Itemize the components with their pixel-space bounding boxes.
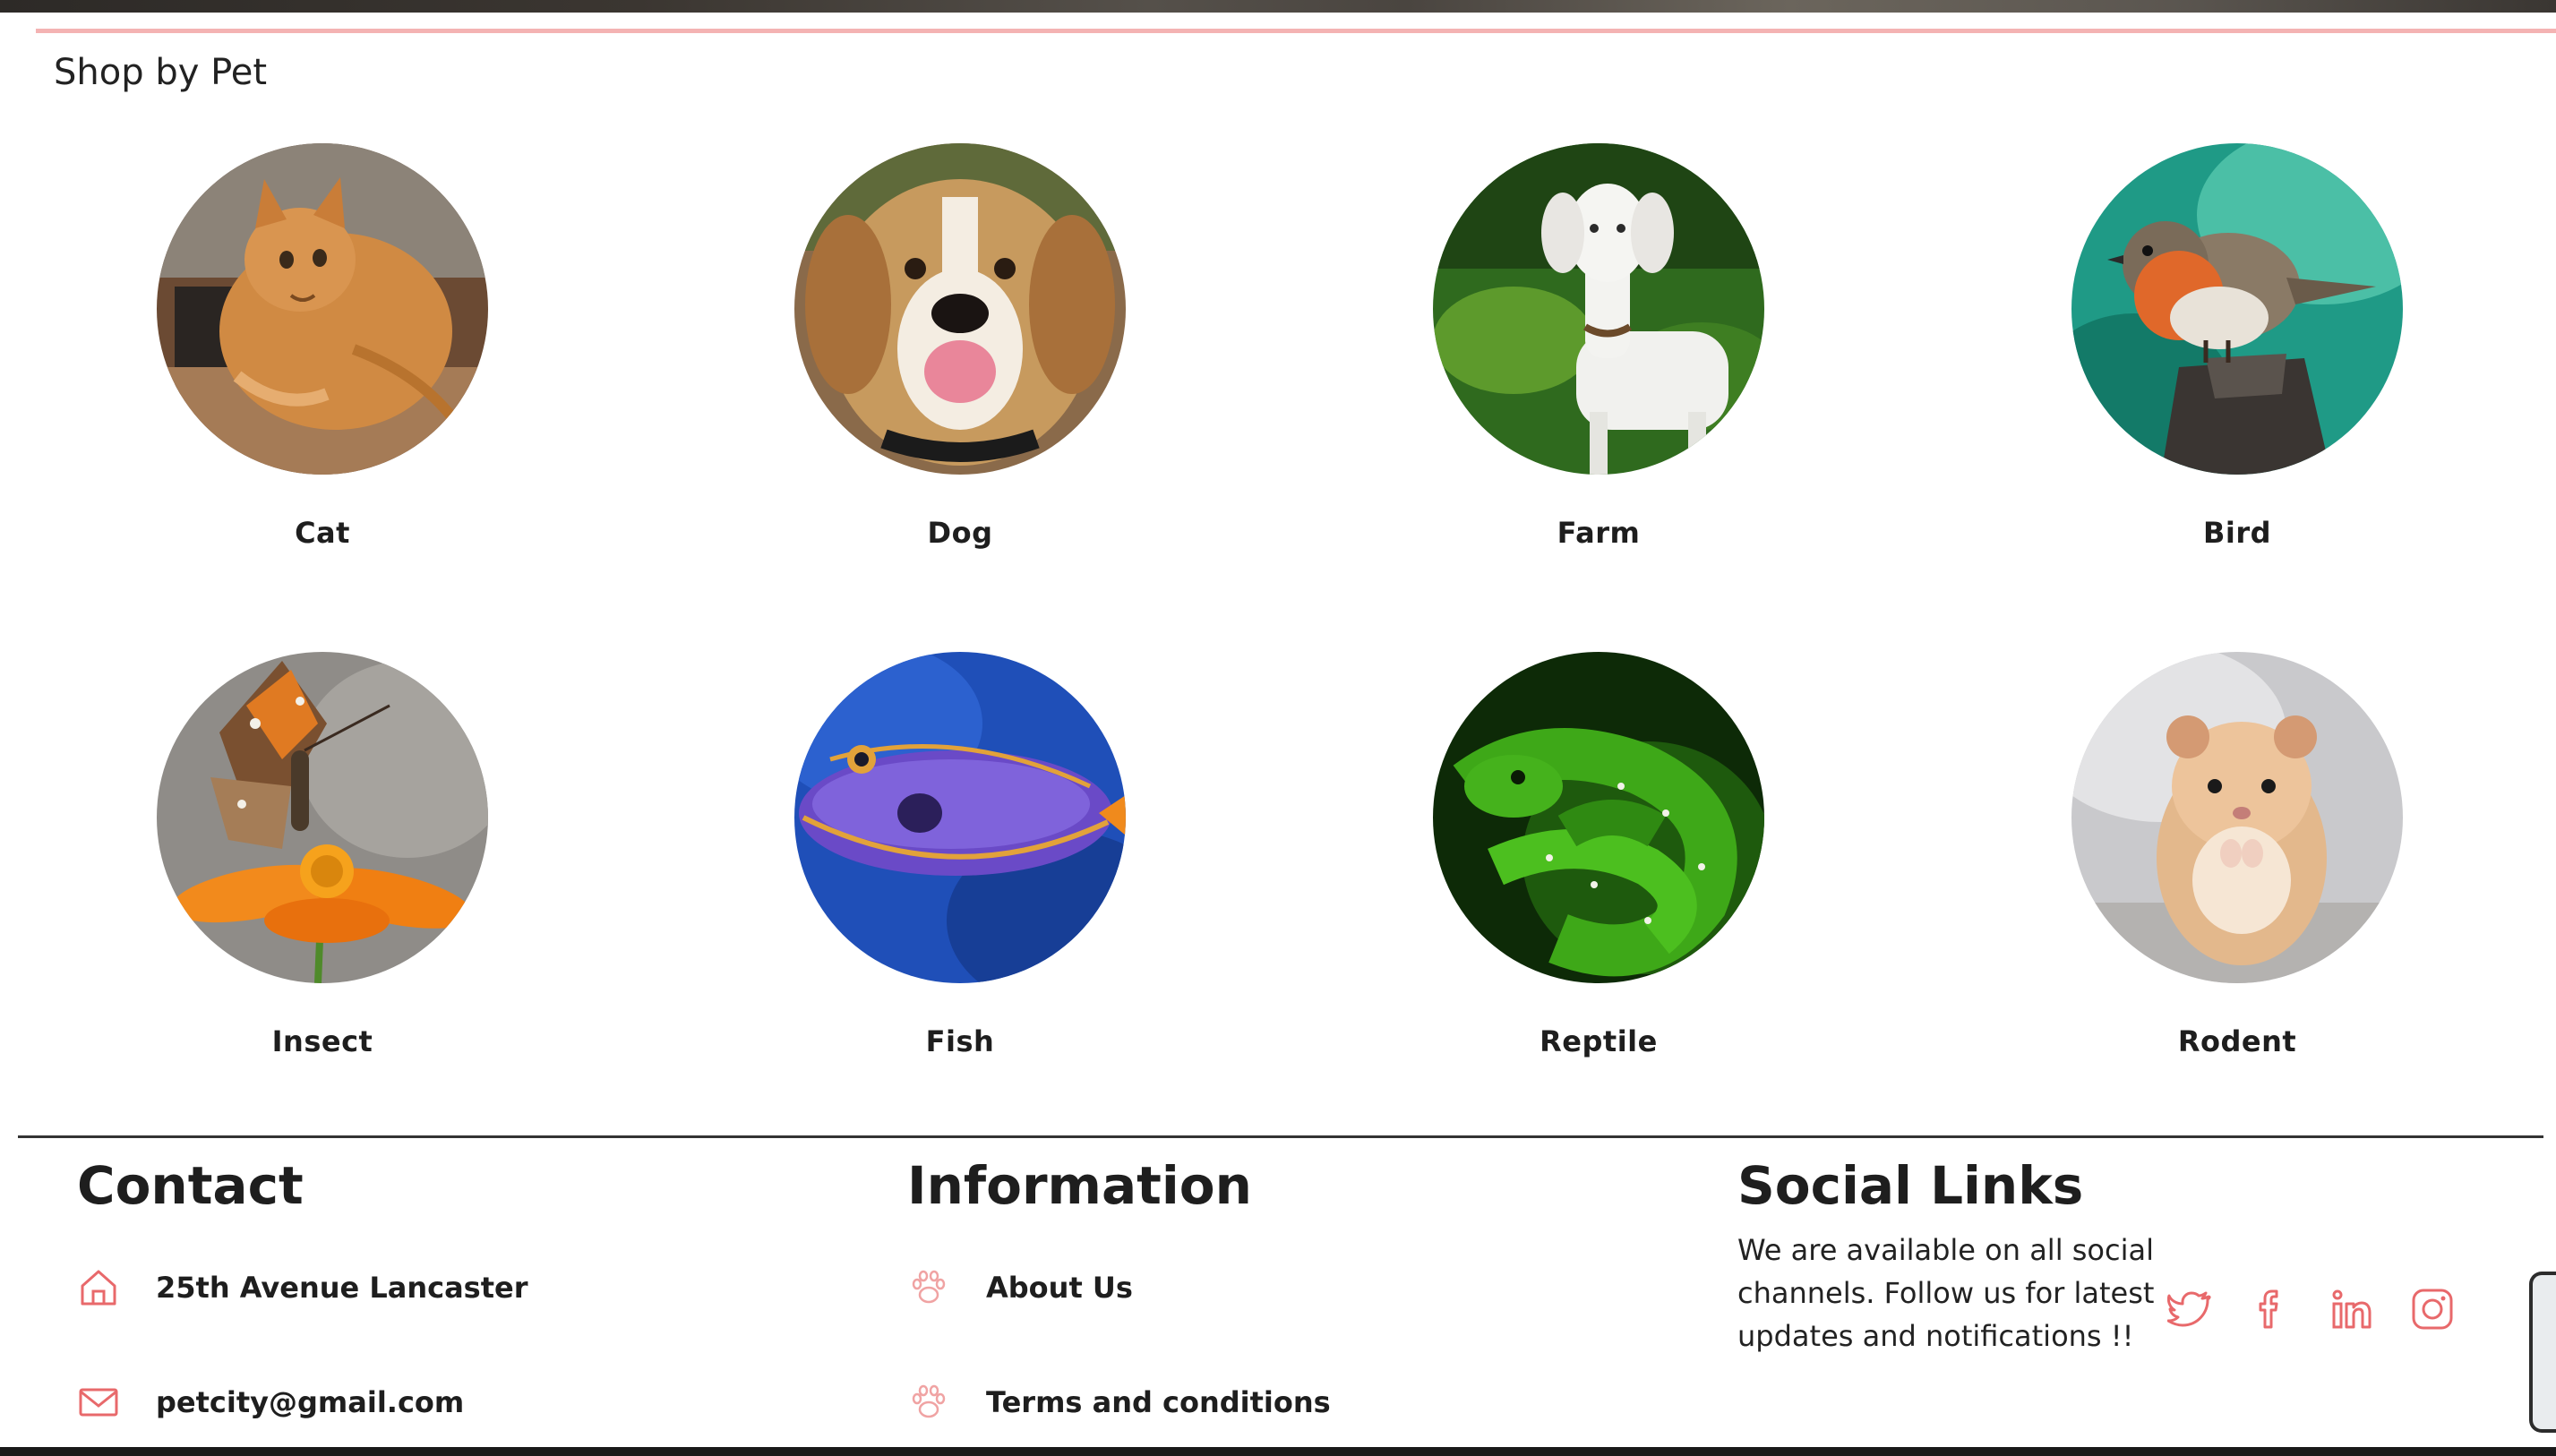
rodent-image[interactable] [2071,652,2403,983]
pet-card-farm[interactable]: Farm [1384,143,1814,573]
info-link-terms[interactable]: Terms and conditions [907,1381,1331,1424]
pet-card-fish[interactable]: Fish [745,652,1175,1082]
pet-label-cat[interactable]: Cat [107,516,537,550]
pet-label-fish[interactable]: Fish [745,1024,1175,1058]
social-description: We are available on all social channels.… [1737,1233,2155,1353]
pet-label-bird[interactable]: Bird [2022,516,2452,550]
twitter-icon[interactable] [2166,1286,2214,1332]
pet-card-rodent[interactable]: Rodent [2022,652,2452,1082]
dog-image[interactable] [794,143,1126,475]
pet-label-farm[interactable]: Farm [1384,516,1814,550]
pet-card-cat[interactable]: Cat [107,143,537,573]
section-title: Shop by Pet [54,52,268,93]
pet-category-grid: Cat Dog Farm Bird Insect Fish Reptile Ro… [0,143,2556,1075]
bird-image[interactable] [2071,143,2403,475]
footer-heading-information: Information [907,1155,1252,1216]
hero-image-edge [0,0,2556,13]
social-icons [2166,1286,2456,1332]
pet-card-dog[interactable]: Dog [745,143,1175,573]
pet-card-insect[interactable]: Insect [107,652,537,1082]
info-link-about-text[interactable]: About Us [986,1271,1133,1305]
reptile-image[interactable] [1433,652,1764,983]
fish-image[interactable] [794,652,1126,983]
contact-email[interactable]: petcity@gmail.com [77,1381,464,1424]
info-link-about[interactable]: About Us [907,1266,1133,1309]
farm-image[interactable] [1433,143,1764,475]
contact-address: 25th Avenue Lancaster [77,1266,528,1309]
section-divider [36,29,2556,33]
paw-icon [907,1381,950,1424]
instagram-icon[interactable] [2409,1286,2456,1332]
window-bottom-edge [0,1447,2556,1456]
insect-image[interactable] [157,652,488,983]
contact-address-text: 25th Avenue Lancaster [156,1271,528,1305]
pet-label-reptile[interactable]: Reptile [1384,1024,1814,1058]
pet-label-insect[interactable]: Insect [107,1024,537,1058]
pet-card-bird[interactable]: Bird [2022,143,2452,573]
paw-icon [907,1266,950,1309]
info-link-terms-text[interactable]: Terms and conditions [986,1385,1331,1419]
facebook-icon[interactable] [2248,1286,2294,1332]
pet-card-reptile[interactable]: Reptile [1384,652,1814,1082]
side-panel-handle[interactable] [2529,1272,2556,1433]
cat-image[interactable] [157,143,488,475]
linkedin-icon[interactable] [2329,1286,2375,1332]
pet-label-rodent[interactable]: Rodent [2022,1024,2452,1058]
footer-heading-social: Social Links [1737,1155,2084,1216]
pet-label-dog[interactable]: Dog [745,516,1175,550]
mail-icon [77,1381,120,1424]
home-icon [77,1266,120,1309]
footer-divider [18,1135,2543,1138]
contact-email-text[interactable]: petcity@gmail.com [156,1385,464,1419]
footer-heading-contact: Contact [77,1155,304,1216]
